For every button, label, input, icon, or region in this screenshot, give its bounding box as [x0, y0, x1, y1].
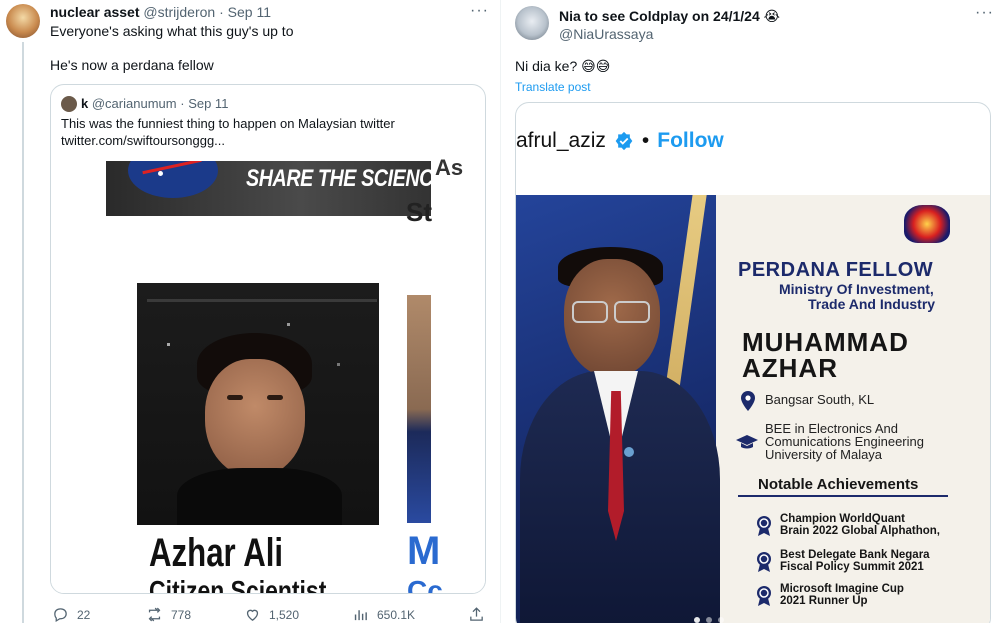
views-icon [354, 610, 367, 621]
achievement-line-2: 2021 Runner Up [780, 595, 868, 607]
poster-name-2: AZHAR [742, 353, 838, 383]
author-name[interactable]: nuclear asset [50, 4, 140, 20]
thread-line [22, 42, 24, 623]
more-icon[interactable]: ··· [470, 2, 489, 20]
translate-link[interactable]: Translate post [515, 80, 591, 94]
achievements-heading: Notable Achievements [758, 476, 919, 493]
views-count: 650.1K [377, 607, 416, 622]
heart-icon [246, 609, 259, 621]
side-caption-top: M [407, 529, 441, 573]
post-text: Ni dia ke? 😅😅 [515, 58, 611, 74]
poster-ministry-1: Ministry Of Investment, [779, 281, 934, 297]
quote-media[interactable]: SHARE THE SCIENCE As St Azhar Ali Citize… [51, 155, 485, 594]
author-handle[interactable]: @strijderon [143, 4, 215, 20]
quote-text-line1: This was the funniest thing to happen on… [61, 116, 395, 131]
achievement-line-1: Champion WorldQuant [780, 513, 906, 525]
quote-author-avatar [61, 96, 77, 112]
achievement-line-1: Best Delegate Bank Negara [780, 549, 930, 561]
post-header: Nia to see Coldplay on 24/1/24 😭 [559, 8, 780, 25]
quote-header: k @carianumum · Sep 11 [81, 96, 228, 111]
caption-name: Azhar Ali [149, 531, 284, 575]
perdana-poster: PERDANA FELLOW Ministry Of Investment, T… [516, 195, 990, 623]
graduation-cap-icon [736, 435, 758, 449]
repost-button[interactable]: 778 [146, 606, 191, 623]
side-caption-bottom: Cc [407, 575, 443, 594]
side-photo-strip [407, 295, 431, 523]
poster-edu-3: University of Malaya [765, 447, 883, 462]
quoted-post[interactable]: k @carianumum · Sep 11 This was the funn… [50, 84, 486, 594]
embed-username[interactable]: afrul_aziz [516, 129, 606, 153]
share-button[interactable] [468, 606, 485, 623]
poster-ministry-2: Trade And Industry [808, 296, 936, 312]
like-button[interactable]: 1,520 [244, 606, 299, 623]
embed-header: afrul_aziz • Follow [516, 129, 724, 153]
post-header: nuclear asset @strijderon · Sep 11 [50, 4, 271, 20]
views-button[interactable]: 650.1K [352, 606, 415, 623]
achievement-line-2: Brain 2022 Global Alphathon, [780, 525, 940, 537]
achievement-line-2: Fiscal Policy Summit 2021 [780, 561, 924, 573]
instagram-embed[interactable]: afrul_aziz • Follow PERDANA FELLOW Minis… [515, 102, 991, 623]
left-post[interactable]: nuclear asset @strijderon · Sep 11 ··· E… [0, 0, 500, 623]
science-banner: SHARE THE SCIENCE [106, 161, 431, 216]
poster-location: Bangsar South, KL [765, 392, 875, 407]
quote-author-name: k [81, 96, 89, 111]
nasa-logo [128, 161, 218, 198]
award-medal-icon [756, 585, 772, 607]
side-letters-bottom: St [406, 197, 432, 227]
side-letters-top: As [435, 155, 464, 180]
repost-count: 778 [171, 607, 192, 622]
author-emoji: 😭 [763, 8, 780, 24]
carousel-dots[interactable] [694, 617, 724, 623]
post-text-line1: Everyone's asking what this guy's up to [50, 23, 294, 39]
banner-text: SHARE THE SCIENCE [246, 165, 431, 192]
quote-text-link[interactable]: twitter.com/swiftoursonggg... [61, 133, 225, 148]
portrait-photo [137, 283, 379, 525]
achievement-line-1: Microsoft Imagine Cup [780, 583, 904, 595]
author-avatar[interactable] [6, 4, 40, 38]
separator: · [219, 4, 224, 20]
repost-icon [148, 607, 161, 622]
caption-role: Citizen Scientist [149, 575, 327, 594]
verified-icon [615, 131, 633, 151]
right-post[interactable]: Nia to see Coldplay on 24/1/24 😭 @NiaUra… [500, 0, 1000, 623]
quote-date: Sep 11 [188, 96, 229, 111]
post-date[interactable]: Sep 11 [228, 4, 271, 20]
location-pin-icon [741, 391, 755, 411]
author-avatar[interactable] [515, 6, 549, 40]
quote-author-handle: @carianumum [91, 96, 177, 111]
reply-count: 22 [77, 607, 91, 622]
achievements-divider [738, 495, 948, 497]
more-icon[interactable]: ··· [975, 4, 994, 22]
post-text-line2: He's now a perdana fellow [50, 57, 214, 73]
author-handle[interactable]: @NiaUrassaya [559, 26, 653, 42]
award-medal-icon [756, 515, 772, 537]
follow-dot: • [641, 129, 650, 152]
reply-icon [54, 608, 67, 623]
follow-button[interactable]: Follow [657, 129, 724, 153]
author-name[interactable]: Nia to see Coldplay on 24/1/24 [559, 8, 760, 24]
like-count: 1,520 [269, 607, 300, 622]
poster-title: PERDANA FELLOW [738, 259, 934, 281]
reply-button[interactable]: 22 [52, 606, 90, 623]
share-icon [470, 607, 483, 621]
quote-separator: · [180, 96, 185, 111]
coat-of-arms [904, 205, 950, 243]
award-medal-icon [756, 551, 772, 573]
